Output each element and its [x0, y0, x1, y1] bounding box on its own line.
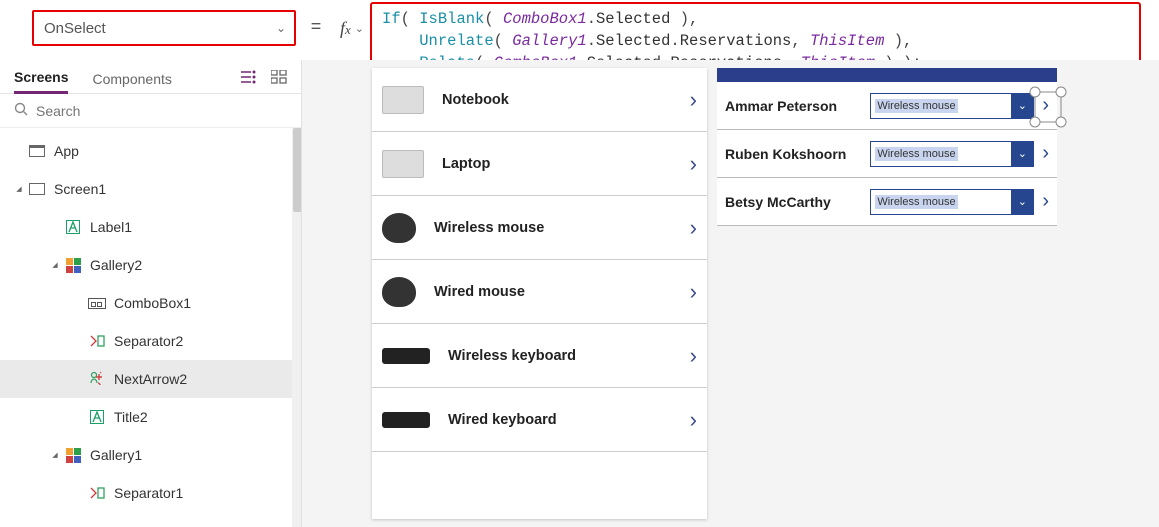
combobox1[interactable]: Wireless mouse⌄ — [870, 141, 1034, 167]
tree-view-pane: Screens Components App ◢ Screen1 Label1 ◢ Gal… — [0, 60, 302, 527]
reservation-item: Ammar PetersonWireless mouse⌄› — [717, 82, 1057, 130]
tree-node-label: Separator1 — [108, 485, 183, 501]
property-formula-bar: OnSelect ⌄ = fx ⌄ If( IsBlank( ComboBox1… — [0, 0, 1159, 60]
scrollbar-thumb[interactable] — [293, 128, 301, 212]
search-input[interactable] — [36, 103, 287, 119]
tree-node-gallery2[interactable]: ◢ Gallery2 — [0, 246, 301, 284]
product-item[interactable]: Wireless mouse› — [372, 196, 707, 260]
chevron-right-icon[interactable]: › — [690, 151, 697, 177]
chevron-right-icon[interactable]: › — [690, 407, 697, 433]
chevron-down-icon: ⌄ — [268, 21, 294, 35]
label-icon — [86, 410, 108, 424]
product-item[interactable]: Wired keyboard› — [372, 388, 707, 452]
tree-node-label: ComboBox1 — [108, 295, 191, 311]
tree-node-nextarrow2[interactable]: NextArrow2 — [0, 360, 301, 398]
tree-node-app[interactable]: App — [0, 132, 301, 170]
sep-icon — [86, 334, 108, 348]
reservation-name: Betsy McCarthy — [725, 194, 870, 210]
gallery-icon — [62, 258, 84, 273]
reservation-item: Betsy McCarthyWireless mouse⌄ › — [717, 178, 1057, 226]
fx-icon: fx — [336, 18, 355, 39]
combo-icon — [86, 298, 108, 309]
gallery1-products[interactable]: Notebook›Laptop›Wireless mouse›Wired mou… — [372, 68, 707, 519]
tree-node-label: Title2 — [108, 409, 148, 425]
expand-collapse-icon[interactable]: ◢ — [14, 185, 24, 193]
product-thumbnail — [382, 277, 416, 307]
next-icon — [86, 371, 108, 387]
screen-icon — [26, 183, 48, 195]
product-label: Laptop — [424, 156, 690, 172]
chevron-right-icon[interactable]: › — [690, 343, 697, 369]
combobox-value: Wireless mouse — [871, 196, 1011, 208]
tree-node-gallery1[interactable]: ◢ Gallery1 — [0, 436, 301, 474]
combobox-value: Wireless mouse — [871, 100, 1011, 112]
product-label: Notebook — [424, 92, 690, 108]
reservation-name: Ammar Peterson — [725, 98, 870, 114]
reservation-item: Ruben KokshoornWireless mouse⌄ › — [717, 130, 1057, 178]
product-label: Wireless mouse — [416, 220, 690, 236]
product-thumbnail — [382, 86, 424, 114]
tree-node-label: Separator2 — [108, 333, 183, 349]
tree-tabs: Screens Components — [0, 60, 301, 94]
tree-search[interactable] — [0, 94, 301, 128]
tab-components[interactable]: Components — [92, 65, 171, 93]
chevron-right-icon[interactable]: › — [690, 215, 697, 241]
product-item[interactable]: Wireless keyboard› — [372, 324, 707, 388]
next-arrow-icon[interactable]: › — [1042, 190, 1049, 213]
expand-collapse-icon[interactable]: ◢ — [50, 451, 60, 459]
chevron-down-icon[interactable]: ⌄ — [1011, 142, 1033, 166]
app-icon — [26, 145, 48, 157]
chevron-down-icon[interactable]: ⌄ — [1011, 190, 1033, 214]
chevron-down-icon: ⌄ — [355, 22, 364, 35]
tree-node-label: NextArrow2 — [108, 371, 187, 387]
product-label: Wired keyboard — [430, 412, 690, 428]
tree-node-label1[interactable]: Label1 — [0, 208, 301, 246]
tree-filter-icon[interactable] — [241, 70, 257, 87]
tree-node-combobox1[interactable]: ComboBox1 — [0, 284, 301, 322]
tree-node-label: App — [48, 143, 79, 159]
equals-label: = — [296, 0, 336, 37]
selection-handles — [1029, 86, 1067, 128]
tree-node-title2[interactable]: Title2 — [0, 398, 301, 436]
product-label: Wireless keyboard — [430, 348, 690, 364]
fx-indicator[interactable]: fx ⌄ — [336, 10, 370, 46]
chevron-right-icon[interactable]: › — [690, 279, 697, 305]
search-icon — [14, 102, 28, 119]
tree-node-label: Gallery2 — [84, 257, 142, 273]
chevron-right-icon[interactable]: › — [690, 87, 697, 113]
gallery2-reservations[interactable]: Ammar PetersonWireless mouse⌄›Ruben Koks… — [717, 68, 1057, 519]
product-item[interactable]: Wired mouse› — [372, 260, 707, 324]
design-canvas: Notebook›Laptop›Wireless mouse›Wired mou… — [302, 60, 1159, 527]
tab-screens[interactable]: Screens — [14, 63, 68, 94]
tree-node-label: Gallery1 — [84, 447, 142, 463]
tree-list: App ◢ Screen1 Label1 ◢ Gallery2 ComboBox1 Separ… — [0, 128, 301, 527]
reservation-name: Ruben Kokshoorn — [725, 146, 870, 162]
tree-node-separator2[interactable]: Separator2 — [0, 322, 301, 360]
product-item[interactable]: Laptop› — [372, 132, 707, 196]
tree-node-screen1[interactable]: ◢ Screen1 — [0, 170, 301, 208]
combobox-value: Wireless mouse — [871, 148, 1011, 160]
combobox1[interactable]: Wireless mouse⌄ — [870, 189, 1034, 215]
product-thumbnail — [382, 213, 416, 243]
combobox1[interactable]: Wireless mouse⌄ — [870, 93, 1034, 119]
expand-collapse-icon[interactable]: ◢ — [50, 261, 60, 269]
tree-node-label: Screen1 — [48, 181, 106, 197]
tree-grid-icon[interactable] — [271, 70, 287, 87]
tree-node-label: Label1 — [84, 219, 132, 235]
property-dropdown-value: OnSelect — [34, 20, 268, 37]
product-label: Wired mouse — [416, 284, 690, 300]
product-thumbnail — [382, 150, 424, 178]
product-thumbnail — [382, 412, 430, 428]
sep-icon — [86, 486, 108, 500]
tree-node-separator1[interactable]: Separator1 — [0, 474, 301, 512]
reservations-header-bar — [717, 68, 1057, 82]
product-item[interactable]: Notebook› — [372, 68, 707, 132]
next-arrow-icon[interactable]: › — [1042, 142, 1049, 165]
gallery-icon — [62, 448, 84, 463]
property-dropdown[interactable]: OnSelect ⌄ — [32, 10, 296, 46]
product-thumbnail — [382, 348, 430, 364]
label-icon — [62, 220, 84, 234]
